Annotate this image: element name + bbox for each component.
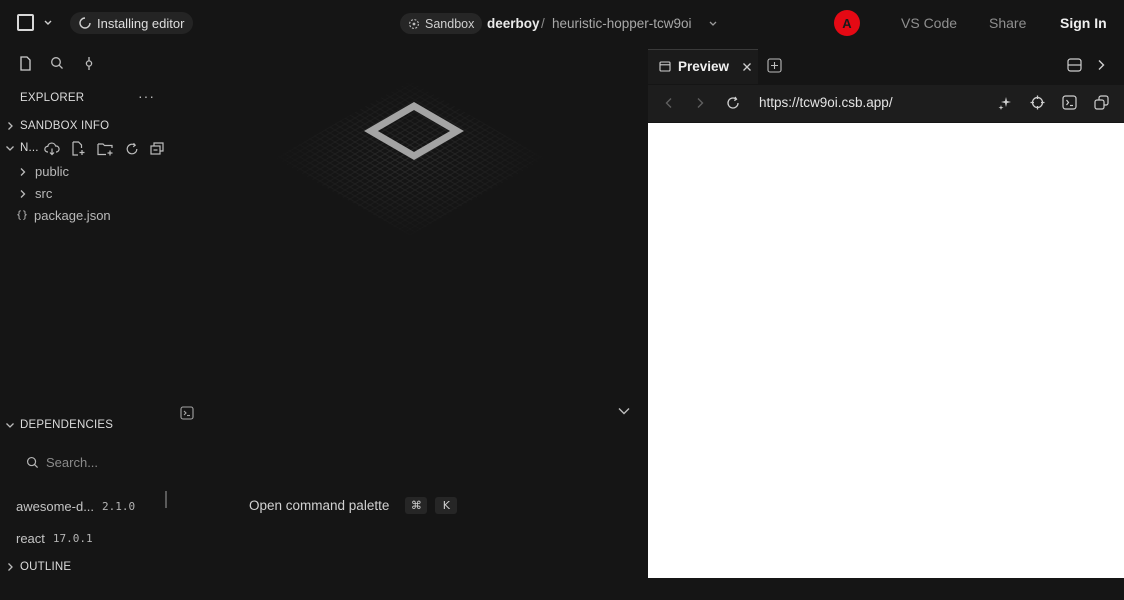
chevron-down-icon[interactable] <box>708 20 718 28</box>
back-icon[interactable] <box>664 97 673 109</box>
breadcrumb-owner[interactable]: deerboy <box>487 16 540 31</box>
chevron-right-icon <box>19 189 27 199</box>
dependencies-scrollbar[interactable] <box>165 491 167 508</box>
sandbox-info-label: SANDBOX INFO <box>20 120 110 132</box>
tree-item-package-json[interactable]: {} package.json <box>16 208 111 223</box>
avatar[interactable]: A <box>834 10 860 36</box>
avatar-initial: A <box>842 15 852 31</box>
file-icon[interactable] <box>19 56 32 71</box>
layout-icon[interactable] <box>1067 58 1082 72</box>
chevron-right-icon <box>6 562 15 572</box>
tree-item-label: src <box>35 186 53 201</box>
kbd-k: K <box>435 497 458 514</box>
collapse-icon[interactable] <box>150 142 164 155</box>
sandbox-badge[interactable]: Sandbox <box>400 13 483 34</box>
new-file-icon[interactable] <box>71 141 86 156</box>
dependency-name: awesome-d... <box>16 499 95 514</box>
breadcrumb-sandbox-name[interactable]: heuristic-hopper-tcw9oi <box>552 16 692 31</box>
dependency-version: 17.0.1 <box>52 532 93 545</box>
dependency-name: react <box>16 531 45 546</box>
add-tab-icon[interactable] <box>767 58 782 73</box>
preview-viewport[interactable] <box>648 123 1124 578</box>
sandbox-label: Sandbox <box>425 16 475 31</box>
command-palette-label: Open command palette <box>249 498 390 513</box>
menu-square-icon[interactable] <box>17 14 34 31</box>
search-icon <box>26 456 39 469</box>
dependencies-label: DEPENDENCIES <box>20 419 114 431</box>
tab-preview-content[interactable]: Preview <box>659 59 752 74</box>
chevron-right-icon <box>6 121 15 131</box>
explorer-title: EXPLORER <box>20 92 85 104</box>
tab-preview-label: Preview <box>678 59 730 74</box>
files-section-label: N... <box>20 142 39 154</box>
share-button[interactable]: Share <box>989 15 1026 31</box>
outline-label: OUTLINE <box>20 561 72 573</box>
dependency-version: 2.1.0 <box>102 500 136 513</box>
close-icon[interactable] <box>742 62 752 72</box>
isometric-logo-illustration <box>270 76 550 241</box>
sandbox-icon <box>408 18 420 30</box>
chevron-down-icon <box>5 421 15 430</box>
command-palette-hint[interactable]: Open command palette ⌘ K <box>249 497 458 514</box>
tree-item-src[interactable]: src <box>19 186 52 201</box>
dependencies-section[interactable]: DEPENDENCIES <box>5 419 113 431</box>
terminal-icon[interactable] <box>180 406 194 420</box>
tree-item-label: public <box>35 164 69 179</box>
outline-section[interactable]: OUTLINE <box>6 561 71 573</box>
vscode-button[interactable]: VS Code <box>901 15 957 31</box>
files-section[interactable]: N... <box>5 142 39 154</box>
crosshair-icon[interactable] <box>1030 95 1045 110</box>
preview-url-input[interactable]: https://tcw9oi.csb.app/ <box>759 95 893 110</box>
browser-tab-icon <box>659 61 671 72</box>
git-icon[interactable] <box>83 56 95 71</box>
sign-in-button[interactable]: Sign In <box>1060 15 1107 31</box>
refresh-icon[interactable] <box>125 142 139 156</box>
tree-item-label: package.json <box>34 208 111 223</box>
chevron-down-icon[interactable] <box>617 406 631 416</box>
dependency-search-input[interactable]: Search... <box>26 455 98 470</box>
sandbox-info-section[interactable]: SANDBOX INFO <box>6 120 109 132</box>
search-placeholder: Search... <box>46 455 99 470</box>
search-icon[interactable] <box>50 56 64 70</box>
chevron-down-icon[interactable] <box>43 19 53 27</box>
forward-icon[interactable] <box>696 97 705 109</box>
install-status-pill: Installing editor <box>70 12 194 34</box>
kbd-cmd: ⌘ <box>405 497 428 514</box>
chevron-right-icon <box>19 167 27 177</box>
sparkle-icon[interactable] <box>998 96 1012 110</box>
console-icon[interactable] <box>1062 95 1077 110</box>
dependency-item[interactable]: awesome-d... 2.1.0 <box>16 499 135 514</box>
explorer-more-button[interactable]: ··· <box>138 88 155 104</box>
files-toolbar <box>44 141 164 156</box>
breadcrumb-separator: / <box>541 16 545 31</box>
install-status-label: Installing editor <box>97 15 185 31</box>
reload-icon[interactable] <box>726 96 740 110</box>
spinner-icon <box>79 17 91 29</box>
cloud-download-icon[interactable] <box>44 142 60 156</box>
dependency-item[interactable]: react 17.0.1 <box>16 531 93 546</box>
json-file-icon: {} <box>16 210 29 221</box>
open-window-icon[interactable] <box>1094 95 1109 110</box>
new-folder-icon[interactable] <box>97 142 114 156</box>
chevron-down-icon <box>5 144 15 153</box>
chevron-right-icon[interactable] <box>1097 59 1106 71</box>
tree-item-public[interactable]: public <box>19 164 69 179</box>
